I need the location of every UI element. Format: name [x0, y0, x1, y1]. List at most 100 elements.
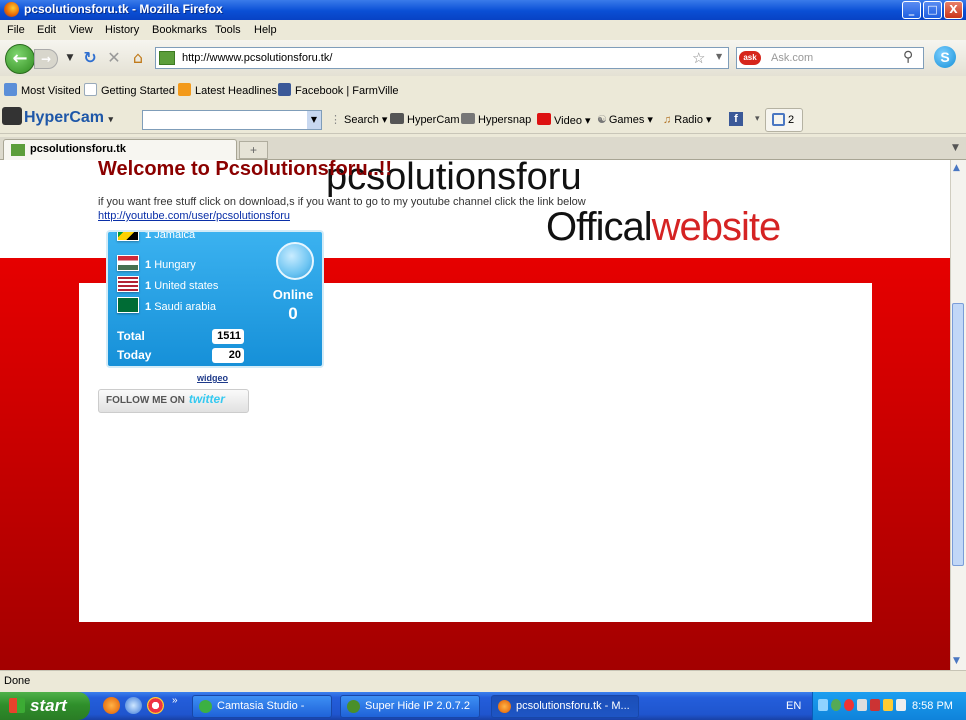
tray-app-icon[interactable] — [870, 699, 880, 711]
visitor-widget[interactable]: 1 Jamaica 1 Hungary 1 United states 1 Sa… — [106, 230, 324, 368]
toolbar-games-button[interactable]: ☯ Games ▾ — [597, 113, 653, 126]
windows-stack-icon — [772, 113, 785, 126]
firefox-task-icon — [498, 700, 511, 713]
tab-list-dropdown-icon[interactable]: ▼ — [952, 143, 959, 153]
hungary-flag-icon — [117, 255, 139, 271]
clock: 8:58 PM — [912, 700, 953, 712]
country-row: 1 United states — [117, 276, 218, 294]
menu-file[interactable]: File — [7, 24, 25, 36]
gamepad-icon: ☯ — [597, 114, 607, 126]
facebook-icon — [278, 83, 291, 96]
country-row: 1 Jamaica — [117, 232, 195, 243]
firefox-quicklaunch-icon[interactable] — [103, 697, 120, 714]
tab-pcsolutionsforu[interactable]: pcsolutionsforu.tk — [3, 139, 237, 160]
minimize-button[interactable]: _ — [902, 1, 921, 19]
saudi-flag-icon — [117, 297, 139, 313]
online-label: Online — [272, 287, 314, 302]
search-placeholder: Ask.com — [771, 52, 814, 64]
bookmark-getting-started[interactable]: Getting Started — [84, 83, 175, 99]
search-magnifier-icon[interactable]: ⚲ — [903, 49, 913, 65]
home-icon[interactable]: ⌂ — [128, 48, 148, 68]
url-bar[interactable]: http://wwww.pcsolutionsforu.tk/ ☆ ▼ — [155, 47, 729, 69]
snapshot-icon — [461, 113, 475, 124]
menu-history[interactable]: History — [105, 24, 139, 36]
menu-view[interactable]: View — [69, 24, 93, 36]
back-button[interactable]: ← — [5, 44, 35, 74]
tray-app-icon[interactable] — [883, 699, 893, 711]
toolbar-search-button[interactable]: Search ▾ — [344, 113, 387, 126]
shield-icon — [347, 700, 360, 713]
back-arrow-icon: ← — [12, 48, 28, 69]
toolbar-notification-button[interactable]: 2 — [765, 108, 803, 132]
facebook-toolbar-icon[interactable]: f — [729, 112, 743, 126]
toolbar-hypersnap-button[interactable]: Hypersnap — [461, 113, 531, 126]
menu-tools[interactable]: Tools — [215, 24, 241, 36]
stop-icon[interactable]: ✕ — [104, 48, 124, 68]
scroll-up-icon[interactable]: ▲ — [953, 163, 960, 173]
toolbar-separator-icon: ⋮ — [330, 114, 341, 126]
hypercam-search-input[interactable]: ▼ — [142, 110, 322, 130]
bookmark-latest-headlines[interactable]: Latest Headlines — [178, 83, 277, 99]
scrollbar-thumb[interactable] — [952, 303, 964, 566]
task-super-hide-ip[interactable]: Super Hide IP 2.0.7.2 — [340, 695, 480, 718]
country-row: 1 Saudi arabia — [117, 297, 216, 315]
language-indicator[interactable]: EN — [786, 700, 801, 712]
toolbar-radio-button[interactable]: ♫ Radio ▾ — [663, 113, 712, 126]
quicklaunch-more-icon[interactable]: » — [172, 695, 178, 706]
skype-quicklaunch-icon[interactable] — [125, 697, 142, 714]
forward-arrow-icon: → — [40, 52, 52, 66]
menu-edit[interactable]: Edit — [37, 24, 56, 36]
menu-help[interactable]: Help — [254, 24, 277, 36]
bookmark-folder-icon — [4, 83, 17, 96]
intro-text: if you want free stuff click on download… — [98, 196, 586, 208]
reload-icon[interactable]: ↻ — [80, 48, 100, 68]
menu-bookmarks[interactable]: Bookmarks — [152, 24, 207, 36]
hypercam-search-dropdown-icon[interactable]: ▼ — [307, 111, 321, 129]
total-label: Total — [117, 329, 145, 343]
task-firefox[interactable]: pcsolutionsforu.tk - M... — [491, 695, 639, 718]
ask-engine-icon[interactable]: ask — [739, 51, 761, 65]
camera-icon — [390, 113, 404, 124]
today-label: Today — [117, 348, 152, 362]
url-dropdown-icon[interactable]: ▼ — [716, 52, 722, 61]
jamaica-flag-icon — [117, 232, 139, 241]
maximize-button[interactable]: □ — [923, 1, 942, 19]
toolbar-video-button[interactable]: Video ▾ — [537, 113, 591, 127]
tray-icons — [818, 699, 906, 713]
follow-twitter-button[interactable]: FOLLOW ME ON twitter — [98, 389, 249, 413]
task-camtasia[interactable]: Camtasia Studio - Unt... — [192, 695, 332, 718]
tray-app-icon[interactable] — [818, 699, 828, 711]
history-dropdown-icon[interactable]: ▼ — [60, 48, 80, 68]
scroll-down-icon[interactable]: ▼ — [953, 656, 960, 666]
tray-app-icon[interactable] — [844, 699, 854, 711]
start-button[interactable]: start — [0, 692, 90, 720]
hypercam-dropdown-icon[interactable]: ▾ — [108, 114, 113, 124]
status-text: Done — [4, 675, 31, 687]
bookmark-facebook-farmville[interactable]: Facebook | FarmVille — [278, 83, 399, 99]
widgeo-link[interactable]: widgeo — [197, 373, 228, 383]
bookmark-star-icon[interactable]: ☆ — [692, 49, 705, 67]
hypercam-logo[interactable]: HyperCam ▾ — [2, 107, 113, 131]
chrome-quicklaunch-icon[interactable] — [147, 697, 164, 714]
hypercam-camera-icon — [2, 107, 22, 125]
bookmarks-toolbar: Most Visited Getting Started Latest Head… — [0, 80, 966, 101]
skype-icon[interactable]: S — [934, 46, 956, 68]
window-titlebar[interactable]: pcsolutionsforu.tk - Mozilla Firefox _ □… — [0, 0, 966, 20]
bookmark-most-visited[interactable]: Most Visited — [4, 83, 81, 99]
url-text: http://wwww.pcsolutionsforu.tk/ — [182, 52, 333, 64]
windows-logo-icon — [9, 698, 25, 713]
page-icon — [84, 83, 97, 96]
toolbar-hypercam-button[interactable]: HyperCam — [390, 113, 460, 126]
globe-icon — [276, 242, 314, 280]
forward-button[interactable]: → — [34, 49, 58, 69]
volume-icon[interactable] — [896, 699, 906, 711]
tray-app-icon[interactable] — [831, 699, 841, 711]
radio-icon: ♫ — [663, 114, 672, 126]
search-input[interactable]: ask Ask.com ⚲ — [736, 47, 924, 69]
new-tab-button[interactable]: + — [239, 141, 268, 159]
firefox-icon — [4, 2, 19, 17]
youtube-link[interactable]: http://youtube.com/user/pcsolutionsforu — [98, 210, 290, 222]
close-button[interactable]: X — [944, 1, 963, 19]
toolbar-more-dropdown-icon[interactable]: ▾ — [755, 113, 760, 124]
tray-app-icon[interactable] — [857, 699, 867, 711]
